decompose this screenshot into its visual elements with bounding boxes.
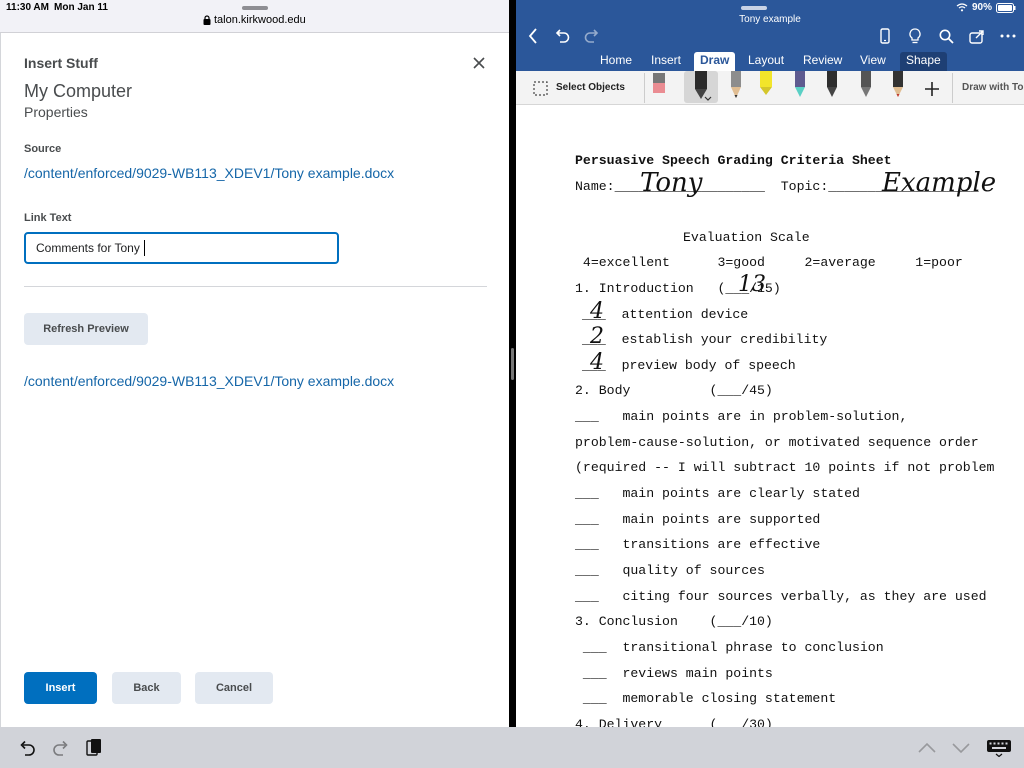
url-bar[interactable]: talon.kirkwood.edu bbox=[203, 14, 306, 26]
tab-view[interactable]: View bbox=[854, 52, 892, 71]
pencil-red-icon[interactable] bbox=[890, 71, 906, 99]
scale-line: 4=excellent 3=good 2=average 1=poor bbox=[575, 255, 963, 270]
dialog-title: Insert Stuff bbox=[24, 55, 98, 71]
conclusion-item: ___ transitional phrase to conclusion bbox=[575, 640, 884, 655]
split-view-handle[interactable] bbox=[511, 348, 514, 380]
conclusion-heading: 3. Conclusion (___/10) bbox=[575, 614, 773, 629]
paste-icon[interactable] bbox=[83, 736, 105, 758]
insert-stuff-dialog: Insert Stuff My Computer Properties Sour… bbox=[0, 33, 509, 727]
divider-line bbox=[24, 286, 487, 287]
doc-title: Persuasive Speech Grading Criteria Sheet bbox=[575, 153, 892, 168]
intro-mark: 2 bbox=[590, 324, 604, 349]
draw-toolbar: Select Objects Draw with To bbox=[516, 71, 1024, 105]
body-line: problem-cause-solution, or motivated seq… bbox=[575, 435, 979, 450]
lock-icon bbox=[203, 15, 211, 25]
refresh-preview-button[interactable]: Refresh Preview bbox=[24, 313, 148, 345]
word-header: Tony example 90% Home Insert Draw Layout… bbox=[516, 0, 1024, 71]
pen-dark-icon[interactable] bbox=[824, 71, 840, 99]
wifi-icon bbox=[956, 3, 968, 12]
link-text-label: Link Text bbox=[24, 212, 72, 224]
preview-link[interactable]: /content/enforced/9029-WB113_XDEV1/Tony … bbox=[24, 373, 394, 389]
intro-mark: 4 bbox=[590, 350, 604, 375]
body-heading: 2. Body (___/45) bbox=[575, 383, 773, 398]
dialog-subheading: Properties bbox=[24, 104, 88, 120]
undo-icon[interactable] bbox=[16, 737, 38, 759]
multitask-grabber[interactable] bbox=[242, 6, 268, 10]
select-objects-icon[interactable] bbox=[532, 80, 548, 96]
back-chevron-icon[interactable] bbox=[524, 26, 542, 46]
tab-insert[interactable]: Insert bbox=[645, 52, 687, 71]
body-line: ___ quality of sources bbox=[575, 563, 765, 578]
dialog-heading: My Computer bbox=[24, 81, 133, 101]
intro-item: ___ preview body of speech bbox=[582, 358, 796, 373]
body-line: ___ main points are clearly stated bbox=[575, 486, 860, 501]
url-text: talon.kirkwood.edu bbox=[214, 14, 306, 26]
source-link[interactable]: /content/enforced/9029-WB113_XDEV1/Tony … bbox=[24, 165, 394, 181]
select-objects-label[interactable]: Select Objects bbox=[556, 82, 625, 93]
delivery-heading: 4. Delivery (___/30) bbox=[575, 717, 773, 727]
body-line: ___ main points are in problem-solution, bbox=[575, 409, 908, 424]
link-text-input[interactable]: Comments for Tony bbox=[24, 232, 339, 264]
draw-with-touch[interactable]: Draw with To bbox=[962, 82, 1023, 93]
add-pen-icon[interactable] bbox=[922, 79, 942, 99]
cancel-button[interactable]: Cancel bbox=[195, 672, 273, 704]
right-pane: Tony example 90% Home Insert Draw Layout… bbox=[516, 0, 1024, 727]
highlighter-icon[interactable] bbox=[758, 71, 774, 97]
share-icon[interactable] bbox=[967, 26, 987, 46]
undo-icon[interactable] bbox=[552, 26, 572, 46]
body-line: ___ citing four sources verbally, as the… bbox=[575, 589, 987, 604]
lightbulb-icon[interactable] bbox=[905, 26, 925, 46]
pen-grey-icon[interactable] bbox=[858, 71, 874, 99]
more-icon[interactable] bbox=[998, 26, 1018, 46]
redo-icon[interactable] bbox=[50, 737, 72, 759]
toolbar-separator bbox=[644, 73, 645, 103]
tab-shape[interactable]: Shape bbox=[900, 52, 947, 71]
handwriting-name: Tony bbox=[640, 168, 703, 198]
keyboard-shortcut-bar bbox=[0, 727, 1024, 768]
source-label: Source bbox=[24, 143, 62, 155]
toolbar-separator-2 bbox=[952, 73, 953, 103]
tab-draw[interactable]: Draw bbox=[694, 52, 736, 71]
link-text-value: Comments for Tony bbox=[36, 241, 140, 255]
body-line: ___ transitions are effective bbox=[575, 537, 821, 552]
intro-item: ___ attention device bbox=[582, 307, 749, 322]
insert-button[interactable]: Insert bbox=[24, 672, 97, 704]
scale-heading: Evaluation Scale bbox=[683, 230, 810, 245]
battery-icon bbox=[996, 2, 1016, 13]
tab-review[interactable]: Review bbox=[797, 52, 848, 71]
document-title: Tony example bbox=[739, 14, 801, 25]
redo-icon[interactable] bbox=[582, 26, 602, 46]
body-line: (required -- I will subtract 10 points i… bbox=[575, 460, 995, 475]
left-pane: 11:30 AM Mon Jan 11 talon.kirkwood.edu I… bbox=[0, 0, 509, 727]
back-button[interactable]: Back bbox=[112, 672, 181, 704]
galaxy-pen-icon[interactable] bbox=[792, 71, 808, 99]
tab-home[interactable]: Home bbox=[594, 52, 638, 71]
phone-view-icon[interactable] bbox=[876, 26, 894, 46]
keyboard-dismiss-icon[interactable] bbox=[985, 737, 1013, 759]
body-line: ___ main points are supported bbox=[575, 512, 821, 527]
document-canvas[interactable]: Persuasive Speech Grading Criteria Sheet… bbox=[516, 106, 1024, 727]
tab-layout[interactable]: Layout bbox=[742, 52, 790, 71]
intro-score-handwriting: 13 bbox=[738, 272, 766, 297]
pen-black-selected[interactable] bbox=[684, 71, 718, 103]
intro-item: ___ establish your credibility bbox=[582, 332, 828, 347]
chevron-up-icon[interactable] bbox=[916, 737, 938, 759]
status-date: Mon Jan 11 bbox=[54, 2, 108, 13]
status-time: 11:30 AM bbox=[6, 2, 49, 13]
status-right: 90% bbox=[956, 2, 1016, 13]
conclusion-item: ___ reviews main points bbox=[575, 666, 773, 681]
intro-mark: 4 bbox=[590, 299, 604, 324]
battery-percent: 90% bbox=[971, 2, 992, 13]
pencil-icon[interactable] bbox=[728, 71, 744, 101]
multitask-grabber-right[interactable] bbox=[741, 6, 767, 10]
close-icon[interactable] bbox=[469, 53, 489, 73]
eraser-icon[interactable] bbox=[651, 73, 667, 95]
conclusion-item: ___ memorable closing statement bbox=[575, 691, 837, 706]
handwriting-topic: Example bbox=[882, 168, 997, 198]
search-icon[interactable] bbox=[936, 26, 956, 46]
chevron-down-icon[interactable] bbox=[950, 737, 972, 759]
safari-status-bar: 11:30 AM Mon Jan 11 talon.kirkwood.edu bbox=[0, 0, 509, 33]
text-cursor bbox=[144, 240, 145, 256]
